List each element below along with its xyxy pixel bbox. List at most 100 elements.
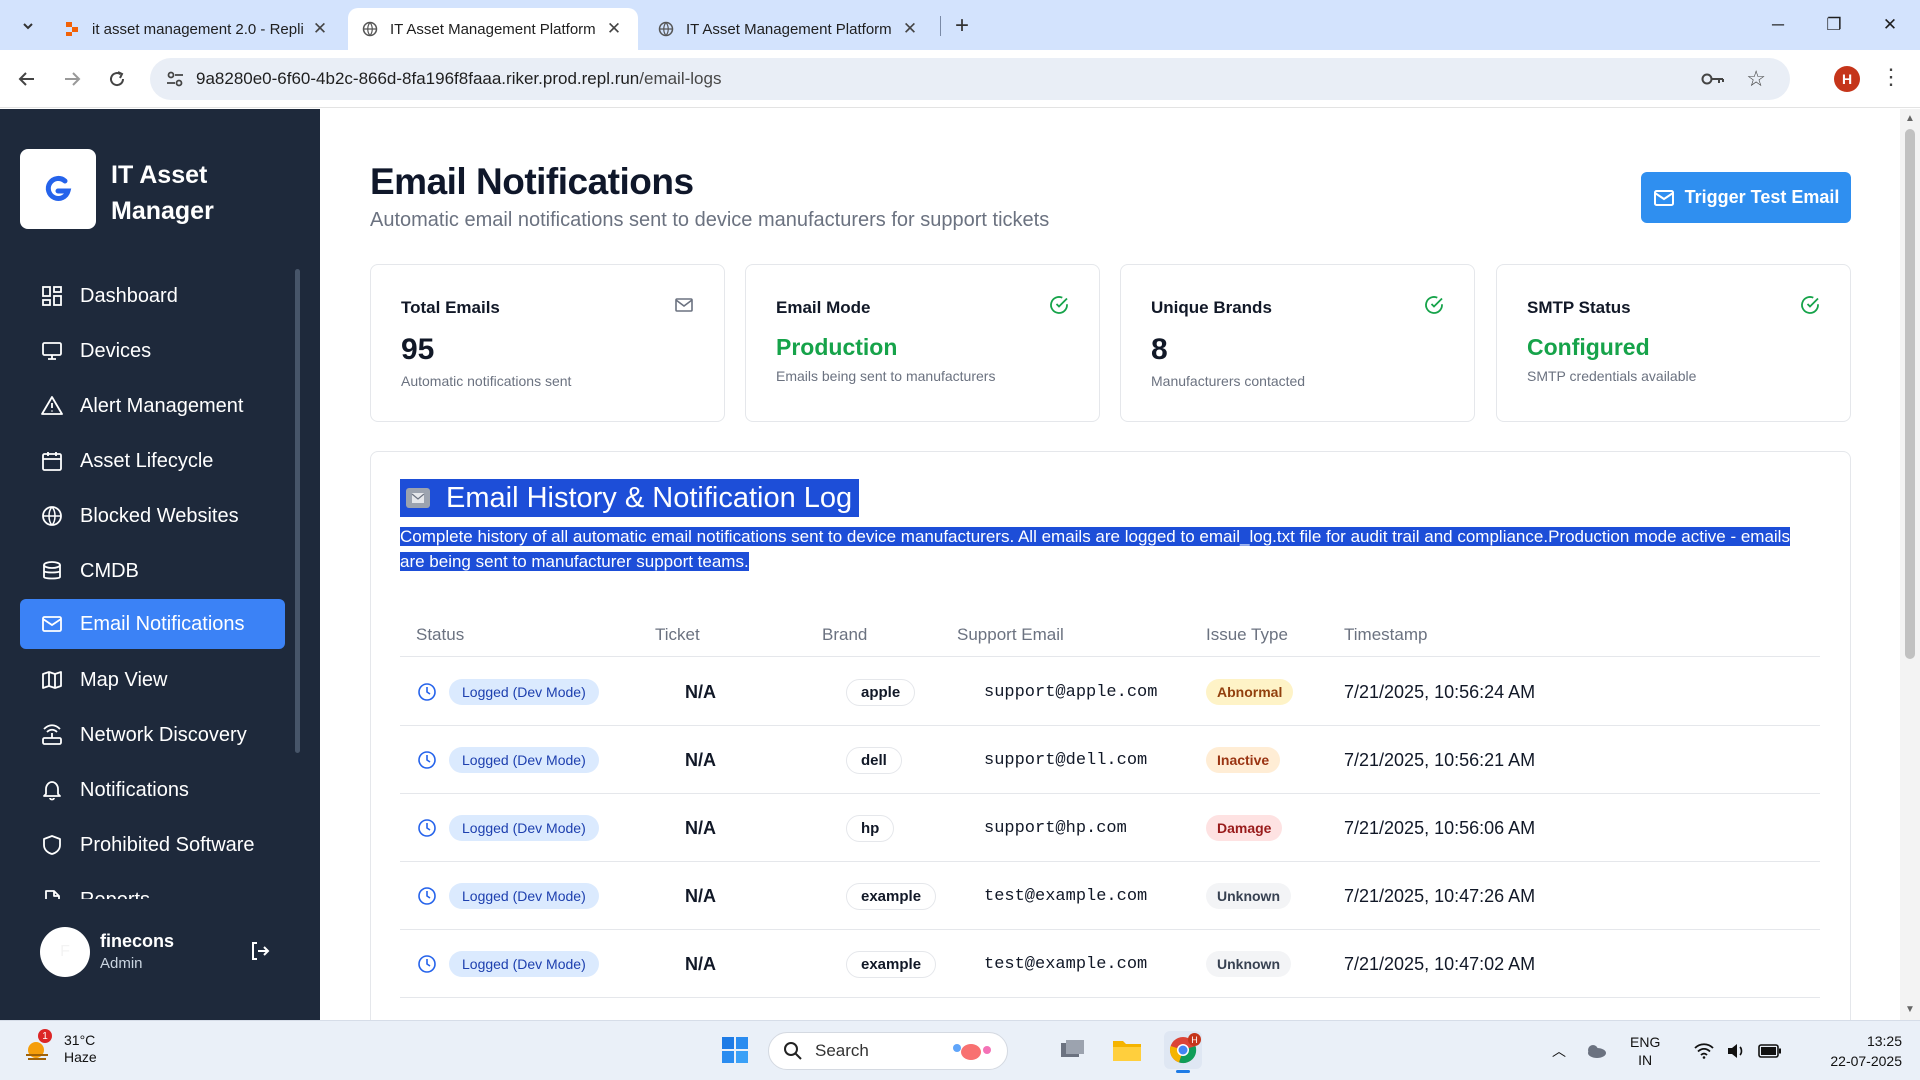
stat-label: Total Emails [401, 298, 500, 317]
chevron-up-icon[interactable]: ︿ [1552, 1041, 1566, 1061]
start-button[interactable] [716, 1031, 754, 1069]
system-clock[interactable]: 13:25 22-07-2025 [1830, 1031, 1902, 1071]
taskbar-search[interactable]: Search [768, 1032, 1008, 1070]
ticket-cell: N/A [685, 681, 716, 702]
sidebar-item-blocked-websites[interactable]: Blocked Websites [20, 491, 285, 541]
brand-badge: example [846, 882, 937, 910]
sidebar-item-notifications[interactable]: Notifications [20, 765, 285, 815]
timestamp-cell: 7/21/2025, 10:56:21 AM [1344, 749, 1536, 770]
table-row[interactable]: Logged (Dev Mode) N/A example test@examp… [400, 930, 1820, 998]
address-bar[interactable]: 9a8280e0-6f60-4b2c-866d-8fa196f8faaa.rik… [150, 58, 1790, 100]
status-badge: Logged (Dev Mode) [449, 679, 599, 705]
file-explorer-button[interactable] [1108, 1031, 1146, 1069]
browser-menu-icon[interactable]: ⋮ [1880, 64, 1902, 90]
trigger-test-email-button[interactable]: Trigger Test Email [1641, 172, 1851, 223]
browser-tab[interactable]: IT Asset Management Platform ✕ [644, 8, 934, 50]
sidebar-item-reports[interactable]: Reports [20, 875, 285, 899]
column-header-ticket[interactable]: Ticket [655, 625, 700, 645]
tab-search-button[interactable] [14, 12, 42, 40]
logout-icon[interactable] [248, 939, 272, 963]
folder-icon [1113, 1041, 1141, 1061]
sidebar-item-alert-management[interactable]: Alert Management [20, 381, 285, 431]
email-log-card: Email History & Notification Log Complet… [370, 451, 1851, 1020]
sidebar-item-label: Alert Management [80, 394, 244, 417]
tab-title: it asset management 2.0 - Repli [92, 20, 304, 38]
shield-icon [40, 833, 64, 857]
restore-button[interactable]: ❐ [1806, 0, 1862, 50]
minimize-button[interactable]: ─ [1750, 0, 1806, 50]
search-placeholder: Search [815, 1041, 869, 1060]
stat-value: 8 [1151, 333, 1168, 366]
profile-avatar[interactable]: H [1834, 66, 1860, 92]
issue-badge: Inactive [1206, 747, 1281, 773]
avatar[interactable]: F [40, 927, 90, 977]
arrow-right-icon [65, 72, 81, 86]
new-tab-button[interactable]: + [948, 12, 976, 40]
sidebar-item-prohibited-software[interactable]: Prohibited Software [20, 820, 285, 870]
close-tab-icon[interactable]: ✕ [310, 19, 330, 39]
back-button[interactable] [12, 64, 42, 94]
chrome-taskbar-button[interactable]: H [1164, 1031, 1202, 1073]
sidebar-item-network-discovery[interactable]: Network Discovery [20, 710, 285, 760]
globe-icon [658, 21, 674, 37]
email-icon [406, 488, 430, 508]
forward-button[interactable] [57, 64, 87, 94]
support-email-cell: support@apple.com [984, 682, 1158, 702]
column-header-timestamp[interactable]: Timestamp [1344, 625, 1427, 645]
sidebar-item-cmdb[interactable]: CMDB [20, 546, 285, 596]
sidebar-scrollbar[interactable] [295, 269, 300, 753]
wifi-icon[interactable] [1694, 1043, 1714, 1059]
close-tab-icon[interactable]: ✕ [604, 19, 624, 39]
brand-badge: example [846, 950, 937, 978]
sidebar-item-asset-lifecycle[interactable]: Asset Lifecycle [20, 436, 285, 486]
support-email-cell: support@hp.com [984, 818, 1127, 838]
sidebar-item-devices[interactable]: Devices [20, 326, 285, 376]
main-content: Email Notifications Automatic email noti… [320, 109, 1900, 1020]
stat-card-unique-brands: Unique Brands 8 Manufacturers contacted [1120, 264, 1475, 422]
volume-icon[interactable] [1726, 1043, 1746, 1059]
bookmark-star-icon[interactable]: ☆ [1746, 66, 1766, 92]
close-tab-icon[interactable]: ✕ [900, 19, 920, 39]
sidebar-item-label: Map View [80, 668, 168, 691]
reload-button[interactable] [102, 64, 132, 94]
column-header-issue-type[interactable]: Issue Type [1206, 625, 1288, 645]
sidebar-item-dashboard[interactable]: Dashboard [20, 271, 285, 321]
status-badge: Logged (Dev Mode) [449, 883, 599, 909]
sidebar-item-email-notifications[interactable]: Email Notifications [20, 599, 285, 649]
language-indicator[interactable]: ENG IN [1630, 1033, 1660, 1069]
column-header-status[interactable]: Status [416, 625, 464, 645]
table-row[interactable]: Logged (Dev Mode) N/A apple support@appl… [400, 658, 1820, 726]
issue-cell: Abnormal [1206, 658, 1294, 726]
onedrive-icon[interactable] [1584, 1042, 1608, 1060]
stat-label: Email Mode [776, 298, 871, 317]
page-scrollbar[interactable]: ▲ ▼ [1900, 109, 1920, 1020]
key-icon[interactable] [1700, 68, 1726, 90]
sidebar-item-map-view[interactable]: Map View [20, 655, 285, 705]
clock-date: 22-07-2025 [1830, 1053, 1902, 1069]
brand-cell: example [846, 862, 937, 930]
browser-tab-replit[interactable]: it asset management 2.0 - Repli ✕ [50, 8, 344, 50]
network-icon [40, 723, 64, 747]
stat-desc: Automatic notifications sent [401, 373, 572, 389]
table-row[interactable]: Logged (Dev Mode) N/A hp support@hp.com … [400, 794, 1820, 862]
tab-title: IT Asset Management Platform [390, 20, 596, 38]
column-header-support-email[interactable]: Support Email [957, 625, 1064, 645]
close-window-button[interactable]: ✕ [1862, 0, 1918, 50]
scrollbar-thumb[interactable] [1905, 129, 1915, 659]
url-text: 9a8280e0-6f60-4b2c-866d-8fa196f8faaa.rik… [196, 69, 721, 89]
column-header-brand[interactable]: Brand [822, 625, 867, 645]
sidebar-item-label: Devices [80, 339, 152, 362]
url-host: 9a8280e0-6f60-4b2c-866d-8fa196f8faaa.rik… [196, 69, 640, 88]
battery-icon[interactable] [1758, 1044, 1782, 1058]
sidebar-item-label: Notifications [80, 778, 189, 801]
weather-widget[interactable]: 1 31°C Haze [22, 1029, 97, 1065]
browser-tab-active[interactable]: IT Asset Management Platform ✕ [348, 8, 638, 50]
ticket-cell: N/A [685, 817, 716, 838]
site-info-icon[interactable] [164, 68, 186, 90]
scroll-down-arrow-icon[interactable]: ▼ [1905, 1004, 1915, 1015]
status-badge: Logged (Dev Mode) [449, 815, 599, 841]
table-row[interactable]: Logged (Dev Mode) N/A example test@examp… [400, 862, 1820, 930]
task-view-button[interactable] [1054, 1031, 1092, 1069]
table-row[interactable]: Logged (Dev Mode) N/A dell support@dell.… [400, 726, 1820, 794]
scroll-up-arrow-icon[interactable]: ▲ [1905, 113, 1915, 124]
